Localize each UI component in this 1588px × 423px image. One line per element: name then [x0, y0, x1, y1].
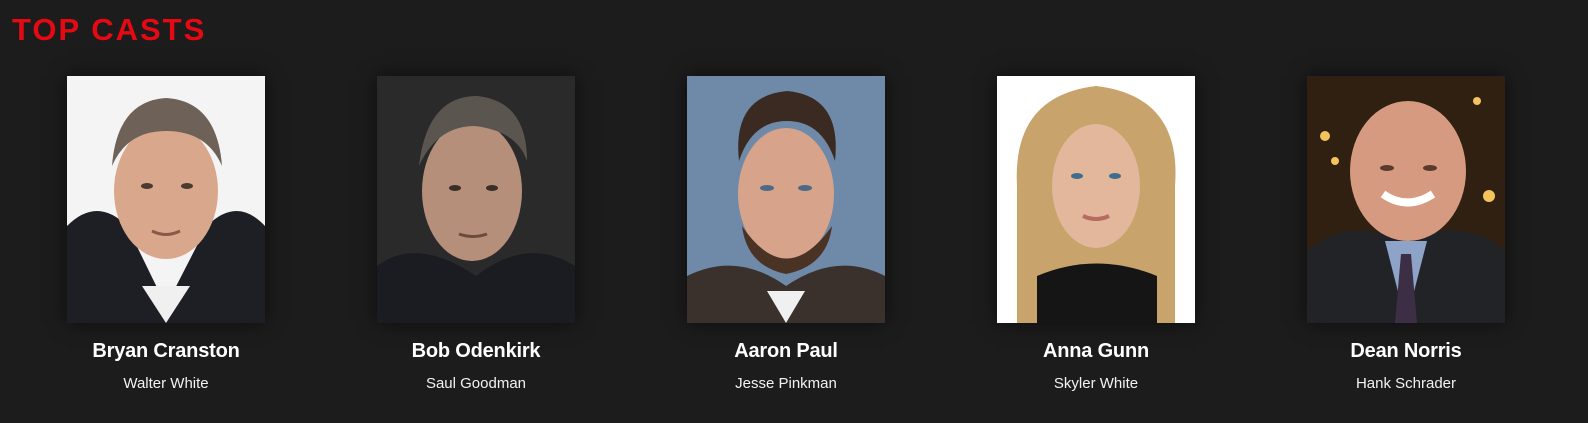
- cast-role: Saul Goodman: [425, 375, 527, 392]
- cast-role: Walter White: [123, 375, 209, 392]
- cast-photo[interactable]: [997, 76, 1195, 323]
- cast-card[interactable]: Dean Norris Hank Schrader: [1276, 76, 1536, 393]
- top-casts-section: TOP CASTS Bryan Cranston Walter White Bo…: [0, 0, 1588, 423]
- cast-photo[interactable]: [377, 76, 575, 323]
- cast-name[interactable]: Anna Gunn: [966, 339, 1226, 363]
- cast-photo[interactable]: [67, 76, 265, 323]
- cast-role: Jesse Pinkman: [735, 375, 837, 392]
- cast-card[interactable]: Aaron Paul Jesse Pinkman: [656, 76, 916, 393]
- cast-role: Skyler White: [1053, 375, 1139, 392]
- cast-photo[interactable]: [687, 76, 885, 323]
- cast-card[interactable]: Bryan Cranston Walter White: [36, 76, 296, 393]
- cast-list: Bryan Cranston Walter White Bob Odenkirk…: [0, 76, 1588, 416]
- cast-name[interactable]: Aaron Paul: [656, 339, 916, 363]
- cast-name[interactable]: Dean Norris: [1276, 339, 1536, 363]
- cast-role: Hank Schrader: [1355, 375, 1457, 392]
- cast-photo[interactable]: [1307, 76, 1505, 323]
- cast-card[interactable]: Bob Odenkirk Saul Goodman: [346, 76, 606, 393]
- cast-card[interactable]: Anna Gunn Skyler White: [966, 76, 1226, 393]
- cast-name[interactable]: Bob Odenkirk: [346, 339, 606, 363]
- section-title: TOP CASTS: [12, 12, 207, 47]
- cast-name[interactable]: Bryan Cranston: [36, 339, 296, 363]
